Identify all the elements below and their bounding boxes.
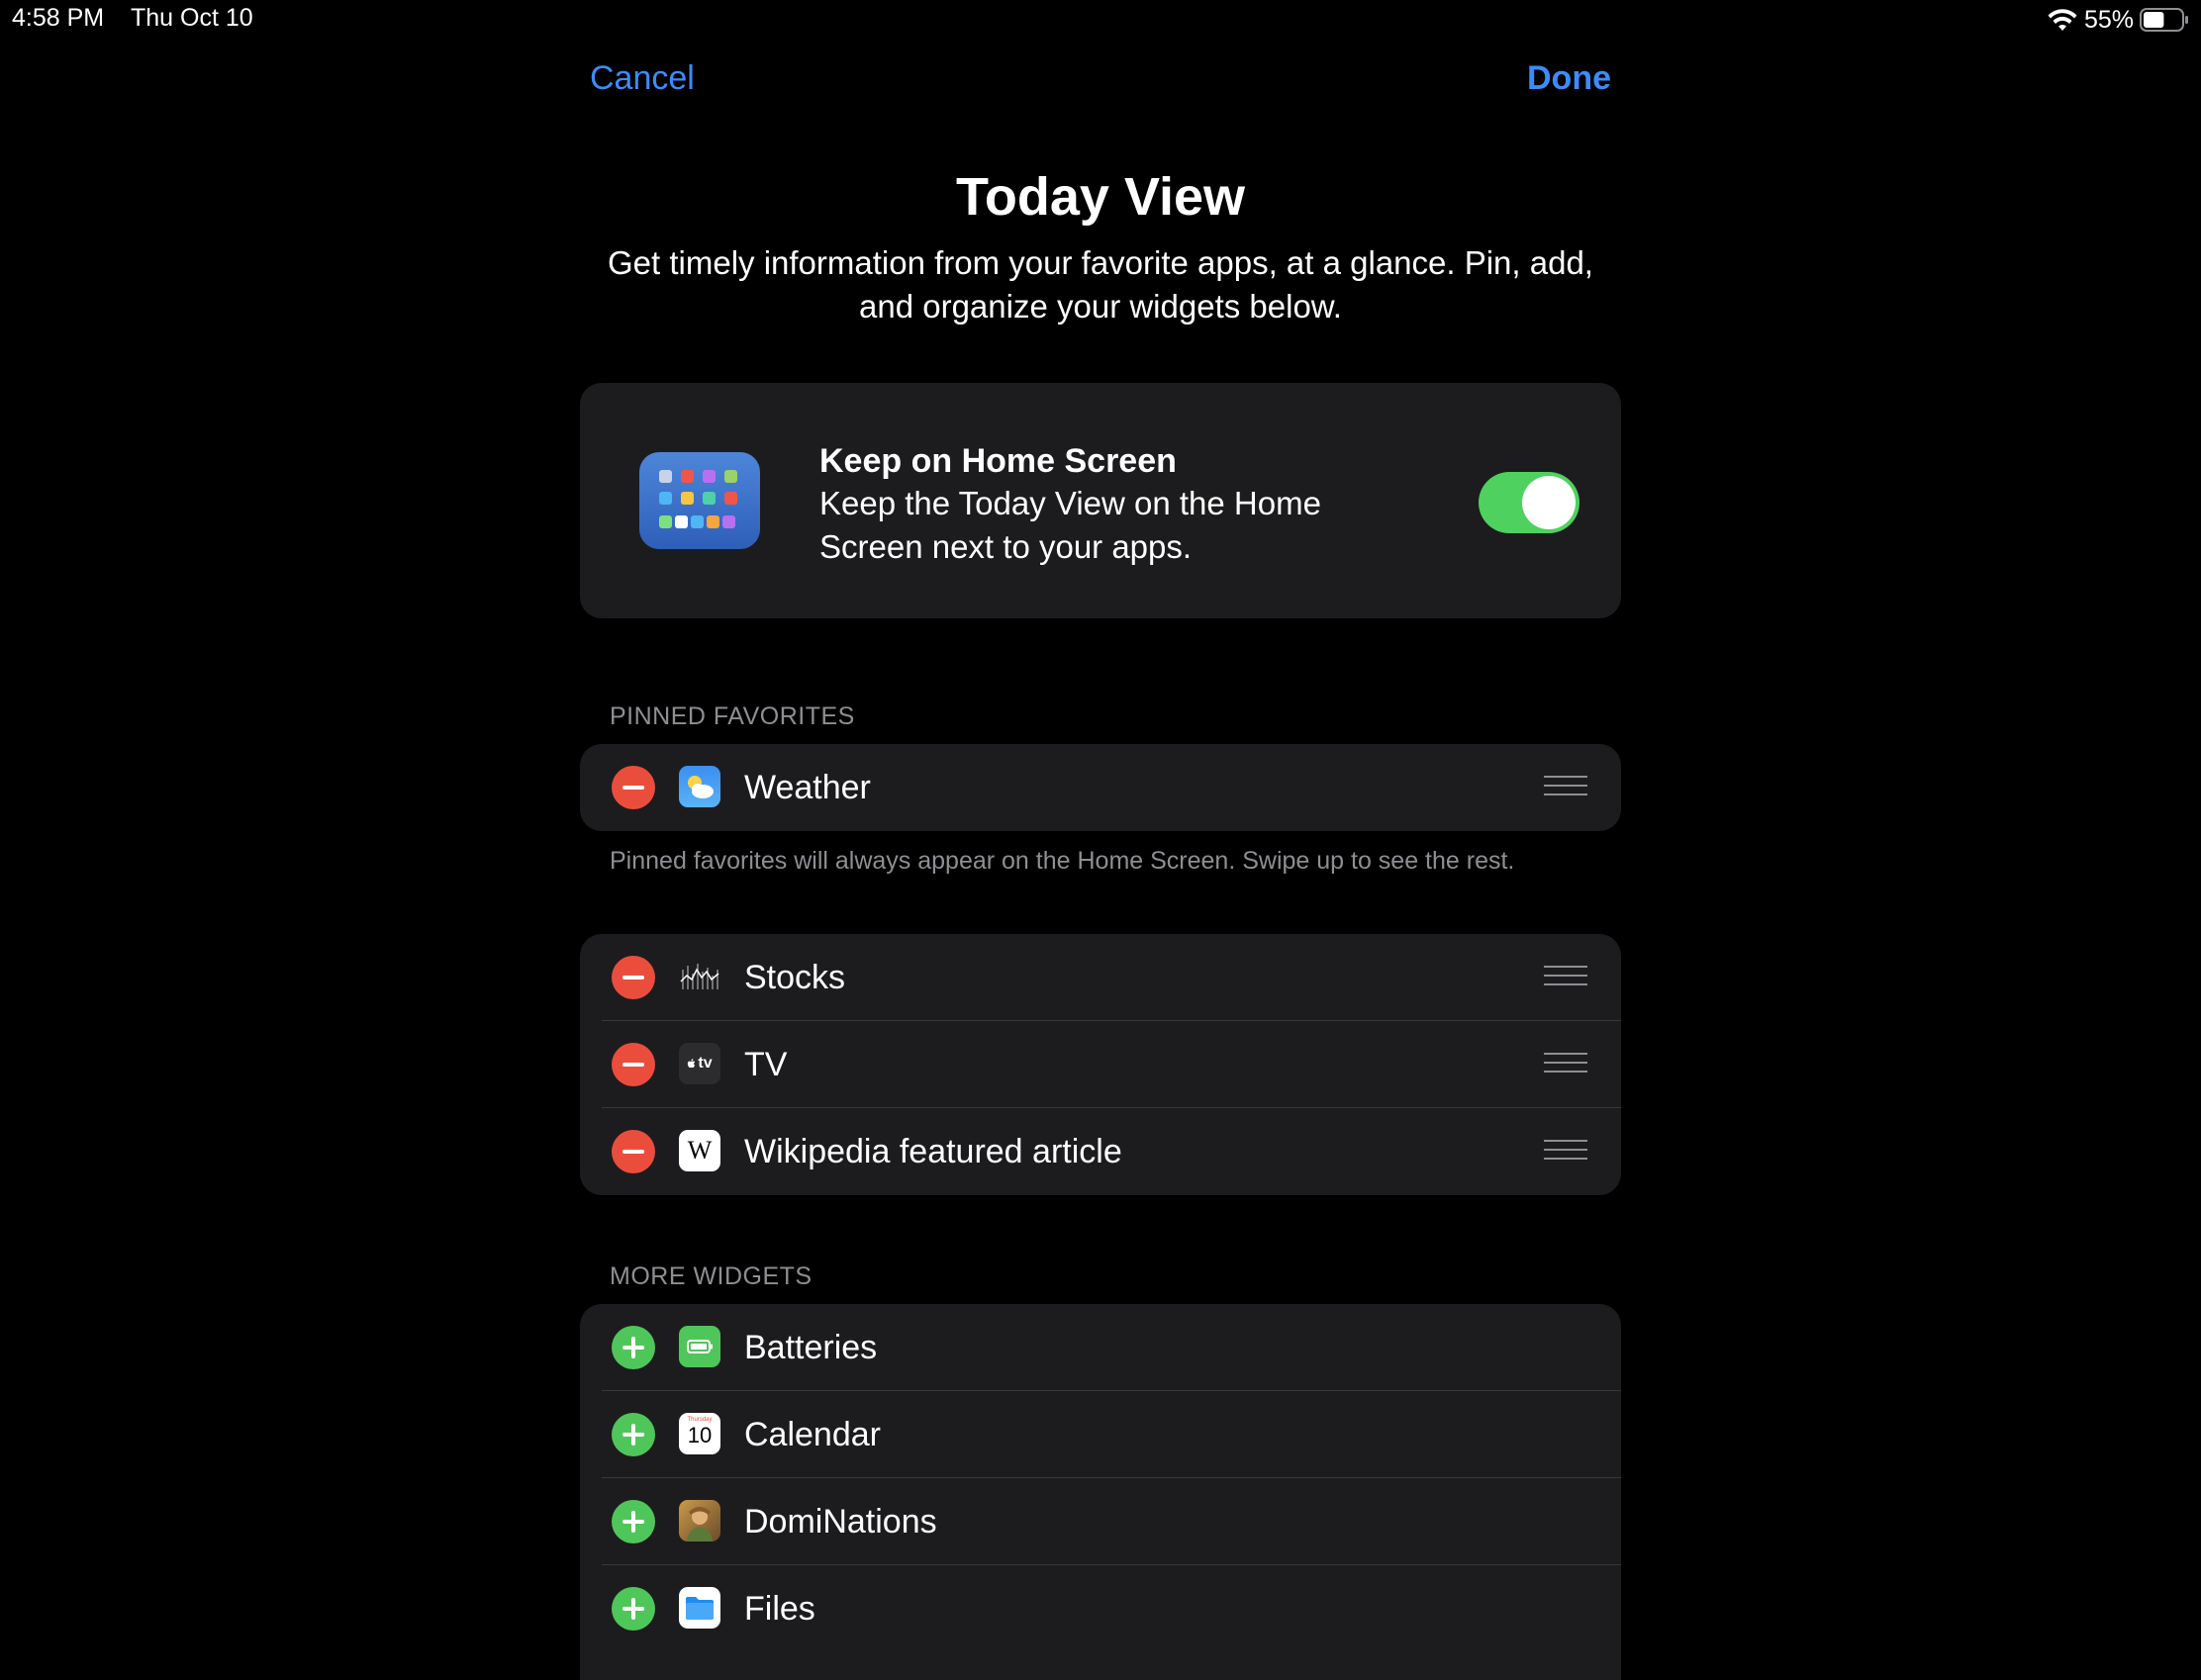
reorder-handle[interactable]: [1544, 1053, 1587, 1074]
pinned-favorites-header: PINNED FAVORITES: [610, 702, 855, 730]
add-button[interactable]: [612, 1326, 655, 1369]
wikipedia-icon: W: [679, 1130, 720, 1171]
wikipedia-icon-letter: W: [687, 1136, 713, 1165]
files-icon: [679, 1587, 720, 1629]
status-bar: 4:58 PM Thu Oct 10 55%: [0, 0, 2201, 40]
remove-button[interactable]: [612, 1130, 655, 1173]
list-item: Files: [580, 1565, 1621, 1652]
widget-label: Calendar: [744, 1416, 881, 1453]
home-screen-icon: [639, 452, 760, 549]
list-item: Batteries: [580, 1304, 1621, 1391]
list-item: tv TV: [580, 1021, 1621, 1108]
keep-on-home-screen-card: Keep on Home Screen Keep the Today View …: [580, 383, 1621, 618]
tv-icon-text: tv: [698, 1055, 713, 1072]
stocks-icon: [679, 956, 720, 997]
wifi-icon: [2048, 9, 2077, 31]
cancel-button[interactable]: Cancel: [590, 59, 695, 98]
widget-label: DomiNations: [744, 1503, 937, 1540]
list-item: DomiNations: [580, 1478, 1621, 1565]
add-button[interactable]: [612, 1413, 655, 1456]
active-widgets-list: Stocks tv TV W Wikipedia featured articl…: [580, 934, 1621, 1195]
calendar-icon-day: 10: [687, 1423, 713, 1447]
reorder-handle[interactable]: [1544, 966, 1587, 987]
widget-label: Batteries: [744, 1329, 878, 1366]
batteries-icon: [679, 1326, 720, 1367]
list-item: Weather: [580, 744, 1621, 831]
widget-label: Wikipedia featured article: [744, 1133, 1122, 1170]
weather-icon: [679, 766, 720, 807]
widget-label: Files: [744, 1590, 815, 1628]
reorder-handle[interactable]: [1544, 1140, 1587, 1162]
battery-percentage: 55%: [2083, 5, 2134, 34]
status-time: 4:58 PM: [12, 4, 105, 32]
more-widgets-header: MORE WIDGETS: [610, 1262, 813, 1290]
list-item: Thursday 10 Calendar: [580, 1391, 1621, 1478]
keep-on-home-screen-toggle[interactable]: [1479, 472, 1579, 533]
widget-label: Weather: [744, 769, 871, 806]
remove-button[interactable]: [612, 1043, 655, 1086]
remove-button[interactable]: [612, 766, 655, 809]
remove-button[interactable]: [612, 956, 655, 999]
pinned-favorites-footer: Pinned favorites will always appear on t…: [610, 847, 1515, 875]
tv-icon: tv: [679, 1043, 720, 1084]
widget-label: TV: [744, 1046, 788, 1083]
page-subtitle: Get timely information from your favorit…: [608, 244, 1593, 325]
more-widgets-list: Batteries Thursday 10 Calendar DomiNatio…: [580, 1304, 1621, 1680]
keep-on-home-screen-description: Keep the Today View on the Home Screen n…: [819, 485, 1321, 565]
keep-on-home-screen-title: Keep on Home Screen: [819, 442, 1177, 480]
add-button[interactable]: [612, 1587, 655, 1631]
pinned-favorites-list: Weather: [580, 744, 1621, 831]
calendar-icon: Thursday 10: [679, 1413, 720, 1454]
toggle-knob: [1522, 476, 1576, 529]
widget-label: Stocks: [744, 959, 846, 996]
reorder-handle[interactable]: [1544, 776, 1587, 797]
status-date: Thu Oct 10: [131, 4, 253, 32]
add-button[interactable]: [612, 1500, 655, 1543]
dominations-icon: [679, 1500, 720, 1541]
done-button[interactable]: Done: [1527, 59, 1611, 98]
status-indicators: 55%: [2047, 4, 2189, 36]
list-item: Stocks: [580, 934, 1621, 1021]
battery-icon: [2140, 8, 2188, 32]
list-item: W Wikipedia featured article: [580, 1108, 1621, 1195]
page-title: Today View: [955, 167, 1246, 227]
